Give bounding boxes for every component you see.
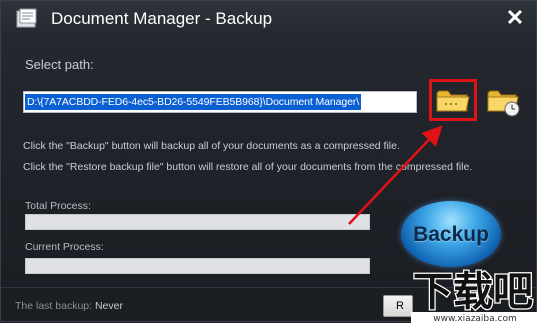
folder-clock-icon[interactable]	[486, 85, 522, 117]
backup-button-label: Backup	[413, 223, 489, 246]
folder-open-icon[interactable]	[435, 85, 471, 115]
document-manager-app-icon	[16, 8, 37, 28]
watermark-brand: 下载吧	[413, 269, 533, 315]
backup-dialog: Document Manager - Backup ✕ Select path:…	[0, 0, 537, 323]
last-backup-value: Never	[94, 300, 123, 312]
last-backup-label: The last backup:	[15, 300, 93, 312]
last-backup-status: The last backup: Never	[15, 300, 123, 312]
path-value[interactable]: D:\{7A7ACBDD-FED6-4ec5-BD26-5549FEB5B968…	[25, 94, 362, 110]
info-backup-text: Click the "Backup" button will backup al…	[23, 140, 400, 152]
title-bar: Document Manager - Backup ✕	[1, 1, 536, 37]
window-title: Document Manager - Backup	[51, 9, 273, 28]
select-path-label: Select path:	[25, 57, 94, 72]
backup-button[interactable]: Backup	[401, 201, 501, 267]
current-process-label: Current Process:	[25, 241, 104, 253]
total-process-bar	[25, 214, 370, 230]
restore-backup-button[interactable]: R	[383, 295, 413, 317]
current-process-bar	[25, 258, 370, 274]
watermark-logo: 下载吧 www.xiazaiba.com	[411, 268, 537, 323]
path-input[interactable]: D:\{7A7ACBDD-FED6-4ec5-BD26-5549FEB5B968…	[23, 91, 417, 113]
total-process-label: Total Process:	[25, 200, 91, 212]
restore-backup-button-label: R	[396, 300, 404, 312]
info-restore-text: Click the "Restore backup file" button w…	[23, 161, 473, 173]
close-icon[interactable]: ✕	[504, 6, 526, 30]
